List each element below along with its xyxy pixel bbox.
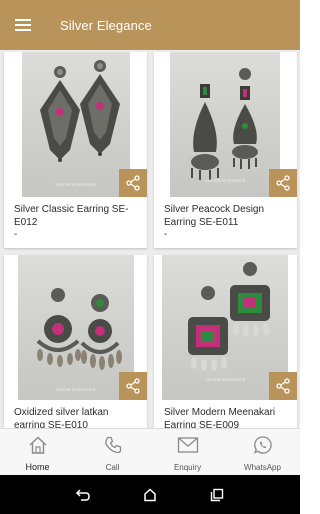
nav-whatsapp-label: WhatsApp [244, 463, 281, 472]
nav-enquiry[interactable]: Enquiry [150, 429, 225, 475]
home-outline-icon [144, 487, 156, 501]
product-image: SILVER ELEGANCE [4, 52, 147, 197]
share-icon [126, 175, 140, 191]
nav-whatsapp[interactable]: WhatsApp [225, 429, 300, 475]
nav-call[interactable]: Call [75, 429, 150, 475]
earring-image [36, 288, 122, 370]
share-icon [276, 378, 290, 394]
menu-button[interactable] [0, 0, 46, 50]
earring-image [191, 68, 258, 180]
recents-icon [210, 488, 223, 501]
home-system-button[interactable] [139, 484, 161, 506]
phone-icon [104, 436, 121, 454]
nav-home-label: Home [25, 462, 50, 472]
app-title: Silver Elegance [60, 17, 152, 33]
product-card[interactable]: SILVER ELEGANCE Oxidized silver latkan e… [4, 255, 147, 428]
app-bar: Silver Elegance [0, 0, 300, 50]
product-card[interactable]: SILVER ELEGANCE Silver Classic Earring S… [4, 52, 147, 248]
product-name: Silver Classic Earring SE-E012 [14, 204, 129, 228]
product-name: Silver Modern Meenakari Earring SE-E009 [164, 407, 276, 428]
product-price: - [14, 229, 18, 240]
product-image: SILVER ELEGANCE [154, 255, 297, 400]
product-image: SILVER ELEGANCE [4, 255, 147, 400]
back-icon [76, 488, 91, 501]
share-button[interactable] [269, 169, 297, 197]
nav-home[interactable]: Home [0, 429, 75, 475]
recents-button[interactable] [206, 484, 228, 506]
product-card[interactable]: SILVER ELEGANCE Silver Peacock Design Ea… [154, 52, 297, 248]
share-button[interactable] [119, 372, 147, 400]
share-button[interactable] [119, 169, 147, 197]
product-card[interactable]: SILVER ELEGANCE Silver Modern Meenakari … [154, 255, 297, 428]
hamburger-icon [15, 19, 31, 31]
product-name: Oxidized silver latkan earring SE-E010 [14, 407, 109, 428]
whatsapp-icon [253, 436, 272, 454]
product-grid: SILVER ELEGANCE Silver Classic Earring S… [0, 50, 300, 428]
product-name: Silver Peacock Design Earring SE-E011 [164, 204, 265, 228]
bottom-nav: Home Call Enquiry WhatsApp [0, 428, 300, 475]
nav-enquiry-label: Enquiry [173, 463, 202, 472]
nav-call-label: Call [105, 463, 120, 472]
home-icon [29, 436, 46, 454]
share-button[interactable] [269, 372, 297, 400]
product-price: - [164, 229, 168, 240]
mail-icon [177, 437, 198, 453]
earring-image [40, 60, 120, 162]
product-image: SILVER ELEGANCE [154, 52, 297, 197]
system-nav-bar [0, 475, 300, 514]
back-button[interactable] [72, 484, 94, 506]
share-icon [126, 378, 140, 394]
share-icon [276, 175, 290, 191]
